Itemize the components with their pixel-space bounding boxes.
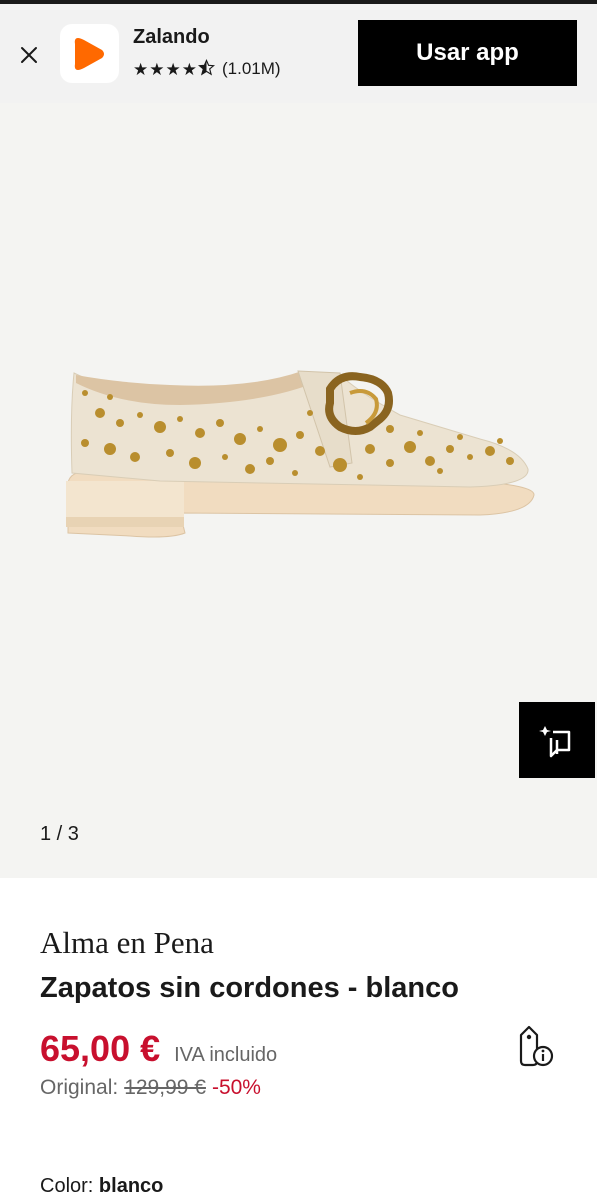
zalando-app-icon bbox=[60, 24, 119, 83]
price-tag-info-icon bbox=[519, 1025, 554, 1067]
color-selector-label: Color: blanco bbox=[40, 1175, 163, 1198]
star-icon: ★ bbox=[165, 59, 181, 79]
original-price-row: Original: 129,99 € -50% bbox=[40, 1076, 261, 1100]
close-banner-button[interactable] bbox=[14, 40, 44, 70]
use-app-button[interactable]: Usar app bbox=[358, 20, 577, 86]
close-icon bbox=[21, 47, 37, 63]
current-price: 65,00 € bbox=[40, 1028, 161, 1069]
discount-badge: -50% bbox=[211, 1076, 261, 1099]
color-value: blanco bbox=[98, 1175, 164, 1197]
gallery-pager: 1 / 3 bbox=[40, 823, 79, 845]
find-similar-icon bbox=[539, 726, 571, 758]
app-rating: ★ ★ ★ ★ (1.01M) bbox=[133, 58, 281, 79]
price-info-button[interactable] bbox=[515, 1025, 559, 1069]
rating-count: (1.01M) bbox=[222, 59, 281, 78]
color-label: Color: bbox=[40, 1175, 94, 1197]
vat-note: IVA incluido bbox=[174, 1044, 278, 1066]
half-star-icon bbox=[197, 58, 216, 79]
original-price: 129,99 € bbox=[124, 1076, 206, 1099]
product-image bbox=[66, 370, 535, 538]
star-icon: ★ bbox=[133, 59, 149, 79]
product-brand[interactable]: Alma en Pena bbox=[40, 925, 214, 961]
zalando-logo-icon bbox=[74, 37, 104, 70]
product-image-gallery[interactable]: 1 / 3 bbox=[0, 103, 597, 878]
price-row: 65,00 € IVA incluido bbox=[40, 1028, 277, 1070]
app-name: Zalando bbox=[133, 26, 210, 48]
star-icon: ★ bbox=[149, 59, 165, 79]
find-similar-button[interactable] bbox=[519, 702, 595, 778]
star-icon: ★ bbox=[181, 59, 197, 79]
app-install-banner: Zalando ★ ★ ★ ★ (1.01M) Usar app bbox=[0, 4, 597, 103]
product-title: Zapatos sin cordones - blanco bbox=[40, 972, 459, 1004]
original-label: Original: bbox=[40, 1076, 119, 1099]
